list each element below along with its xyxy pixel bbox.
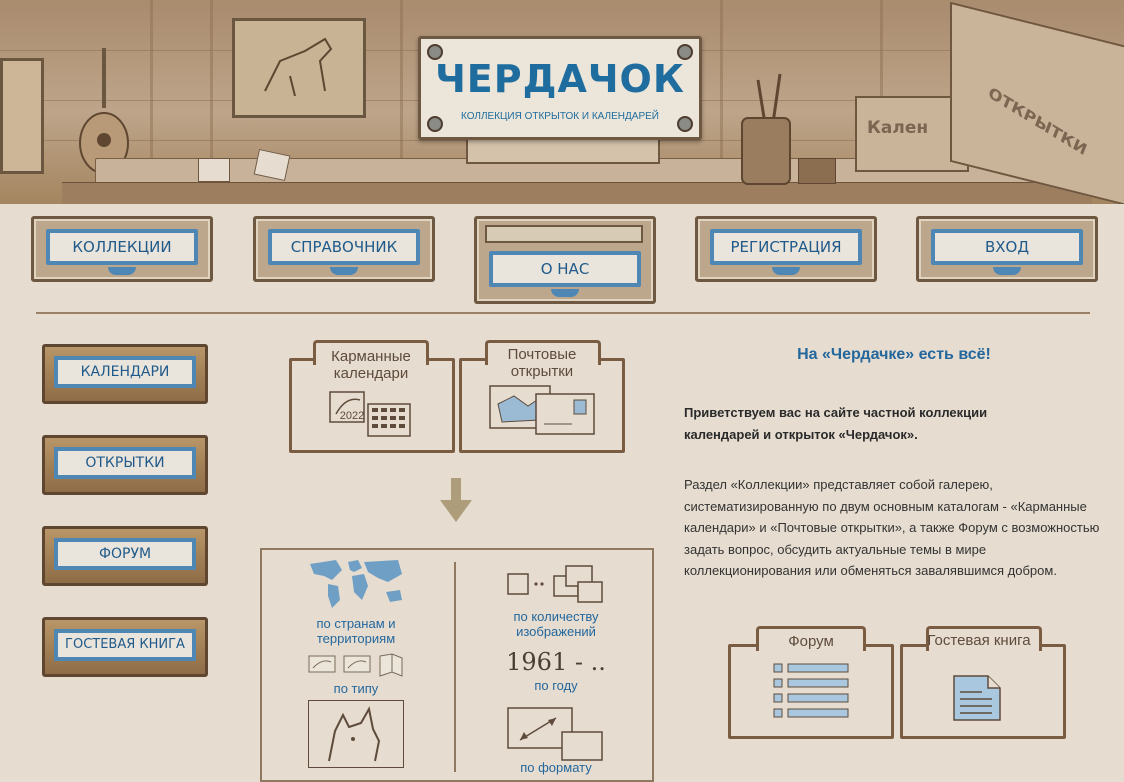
nav-tab-icon [993,267,1021,275]
world-map-icon[interactable] [306,556,406,612]
shelf-front [62,182,1092,204]
by-year-link[interactable]: по году [516,678,596,693]
attic-header: ЧЕРДАЧОК КОЛЛЕКЦИЯ ОТКРЫТОК И КАЛЕНДАРЕЙ… [0,0,1124,204]
nav-register-button[interactable]: РЕГИСТРАЦИЯ [695,216,877,282]
side-calendars-button[interactable]: КАЛЕНДАРИ [42,344,208,404]
nav-tab-icon [330,267,358,275]
nav-login-button[interactable]: ВХОД [916,216,1098,282]
drawer-frame [485,225,643,243]
side-label: ОТКРЫТКИ [54,447,196,479]
by-country-link[interactable]: по странам и территориям [300,616,412,646]
nav-tab-icon [108,267,136,275]
nav-tab-icon [551,289,579,297]
box-label-postcards: ОТКРЫТКИ [985,83,1090,160]
side-label: ГОСТЕВАЯ КНИГА [54,629,196,661]
nav-divider [36,312,1090,314]
side-postcards-button[interactable]: ОТКРЫТКИ [42,435,208,495]
side-forum-button[interactable]: ФОРУМ [42,526,208,586]
side-label: КАЛЕНДАРИ [54,356,196,388]
forum-list-icon [772,662,852,722]
shelf-block [798,158,836,184]
side-guestbook-button[interactable]: ГОСТЕВАЯ КНИГА [42,617,208,677]
framed-picture [0,58,44,174]
nav-label: РЕГИСТРАЦИЯ [710,229,862,265]
wolf-picture [232,18,366,118]
format-icon[interactable] [506,706,606,762]
logo-subtitle: КОЛЛЕКЦИЯ ОТКРЫТОК И КАЛЕНДАРЕЙ [461,111,659,122]
nav-collections-button[interactable]: КОЛЛЕКЦИИ [31,216,213,282]
animal-image [308,700,404,768]
by-format-link[interactable]: по формату [504,760,608,775]
calendar-year-label: 2022 [339,410,365,422]
side-label: ФОРУМ [54,538,196,570]
by-count-link[interactable]: по количеству изображений [500,609,612,639]
nav-label: КОЛЛЕКЦИИ [46,229,198,265]
catalog-divider [454,562,456,772]
site-logo[interactable]: ЧЕРДАЧОК КОЛЛЕКЦИЯ ОТКРЫТОК И КАЛЕНДАРЕЙ [418,36,702,140]
image-count-icon[interactable] [506,564,606,606]
nav-label: ВХОД [931,229,1083,265]
box-label-calendars: Кален [867,118,929,138]
postcards-label: Почтовые открытки [507,346,577,380]
shelf-note [198,158,230,182]
nav-about-button[interactable]: О НАС [474,216,656,304]
type-icons [308,652,404,678]
pencil-cup-icon [736,70,796,190]
nav-reference-button[interactable]: СПРАВОЧНИК [253,216,435,282]
logo-title: ЧЕРДАЧОК [435,57,685,101]
nav-tab-icon [772,267,800,275]
nav-label: СПРАВОЧНИК [268,229,420,265]
intro-text: Приветствуем вас на сайте частной коллек… [684,405,988,442]
document-icon [952,674,1004,722]
nav-label: О НАС [489,251,641,287]
page-heading: На «Чердачке» есть всё! [797,346,991,363]
by-type-link[interactable]: по типу [316,681,396,696]
collections-description: Раздел «Коллекции» представляет собой га… [684,477,1100,578]
pocket-calendars-label: Карманные календари [331,348,411,382]
postcard-icon [488,384,598,436]
arrow-down-icon [440,478,472,522]
guestbook-label: Гостевая книга [927,632,1031,649]
forum-label: Форум [788,633,834,650]
year-range-label: 1961 - .. [506,648,606,676]
